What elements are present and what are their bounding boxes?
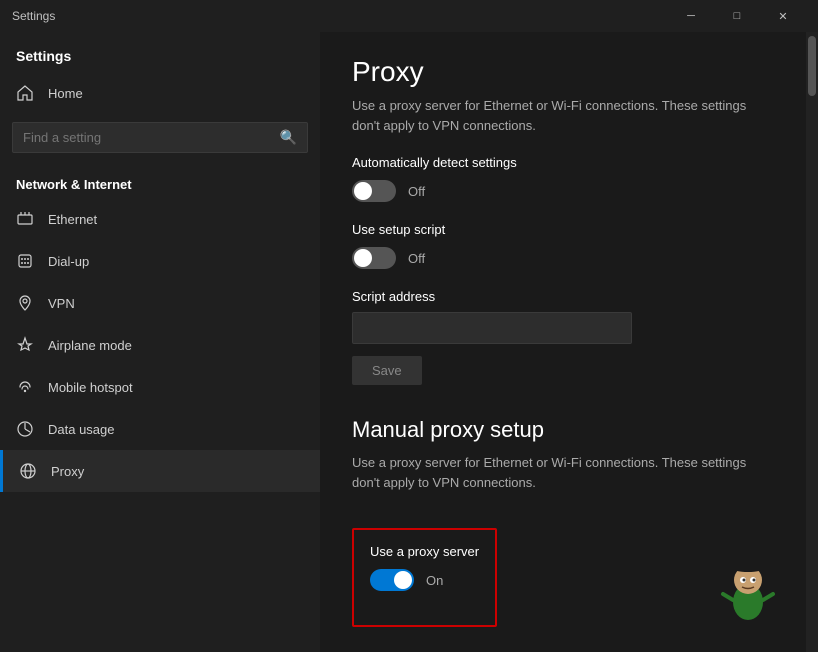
search-input[interactable] — [23, 130, 280, 145]
use-proxy-label: Use a proxy server — [370, 544, 479, 559]
search-icon: 🔍 — [280, 129, 297, 146]
auto-detect-row: Off — [352, 180, 786, 202]
main-container: Settings Home 🔍 Network & Internet — [0, 32, 818, 652]
auto-detect-toggle-text: Off — [408, 184, 425, 199]
sidebar: Settings Home 🔍 Network & Internet — [0, 32, 320, 652]
sidebar-item-proxy-label: Proxy — [51, 464, 84, 479]
sidebar-item-ethernet[interactable]: Ethernet — [0, 198, 320, 240]
search-box: 🔍 — [12, 122, 308, 153]
save-button[interactable]: Save — [352, 356, 422, 385]
titlebar-controls: ─ □ ✕ — [668, 0, 806, 32]
setup-script-knob — [354, 249, 372, 267]
setup-script-toggle-text: Off — [408, 251, 425, 266]
spy-character — [718, 552, 778, 622]
sidebar-app-title: Settings — [0, 32, 320, 72]
page-title: Proxy — [352, 56, 786, 88]
dialup-icon — [16, 252, 34, 270]
sidebar-item-proxy[interactable]: Proxy — [0, 450, 320, 492]
script-address-input[interactable] — [352, 312, 632, 344]
proxy-icon — [19, 462, 37, 480]
maximize-button[interactable]: □ — [714, 0, 760, 32]
use-proxy-toggle[interactable] — [370, 569, 414, 591]
sidebar-item-dialup-label: Dial-up — [48, 254, 89, 269]
sidebar-item-home[interactable]: Home — [0, 72, 320, 114]
auto-detect-knob — [354, 182, 372, 200]
sidebar-item-datausage-label: Data usage — [48, 422, 115, 437]
setup-script-toggle[interactable] — [352, 247, 396, 269]
airplane-icon — [16, 336, 34, 354]
setup-script-row: Off — [352, 247, 786, 269]
hotspot-icon — [16, 378, 34, 396]
sidebar-item-vpn[interactable]: VPN — [0, 282, 320, 324]
nav-section-label: Network & Internet — [0, 169, 320, 198]
home-icon — [16, 84, 34, 102]
ethernet-icon — [16, 210, 34, 228]
minimize-button[interactable]: ─ — [668, 0, 714, 32]
sidebar-item-datausage[interactable]: Data usage — [0, 408, 320, 450]
auto-detect-toggle[interactable] — [352, 180, 396, 202]
sidebar-item-hotspot[interactable]: Mobile hotspot — [0, 366, 320, 408]
use-proxy-knob — [394, 571, 412, 589]
datausage-icon — [16, 420, 34, 438]
titlebar-title: Settings — [12, 9, 668, 23]
setup-script-label: Use setup script — [352, 222, 786, 237]
sidebar-item-airplane-label: Airplane mode — [48, 338, 132, 353]
sidebar-item-vpn-label: VPN — [48, 296, 75, 311]
sidebar-item-ethernet-label: Ethernet — [48, 212, 97, 227]
use-proxy-row: On — [370, 569, 479, 591]
proxy-highlight-box: Use a proxy server On — [352, 528, 497, 627]
sidebar-item-airplane[interactable]: Airplane mode — [0, 324, 320, 366]
sidebar-item-dialup[interactable]: Dial-up — [0, 240, 320, 282]
vpn-icon — [16, 294, 34, 312]
content-area: Proxy Use a proxy server for Ethernet or… — [320, 32, 818, 652]
manual-section-desc: Use a proxy server for Ethernet or Wi-Fi… — [352, 453, 772, 492]
scrollbar-thumb[interactable] — [808, 36, 816, 96]
home-label: Home — [48, 86, 83, 101]
titlebar: Settings ─ □ ✕ — [0, 0, 818, 32]
auto-detect-label: Automatically detect settings — [352, 155, 786, 170]
sidebar-item-hotspot-label: Mobile hotspot — [48, 380, 133, 395]
close-button[interactable]: ✕ — [760, 0, 806, 32]
manual-section-title: Manual proxy setup — [352, 417, 786, 443]
use-proxy-toggle-text: On — [426, 573, 443, 588]
script-address-label: Script address — [352, 289, 786, 304]
auto-section-desc: Use a proxy server for Ethernet or Wi-Fi… — [352, 96, 772, 135]
scrollbar-track[interactable] — [806, 32, 818, 652]
